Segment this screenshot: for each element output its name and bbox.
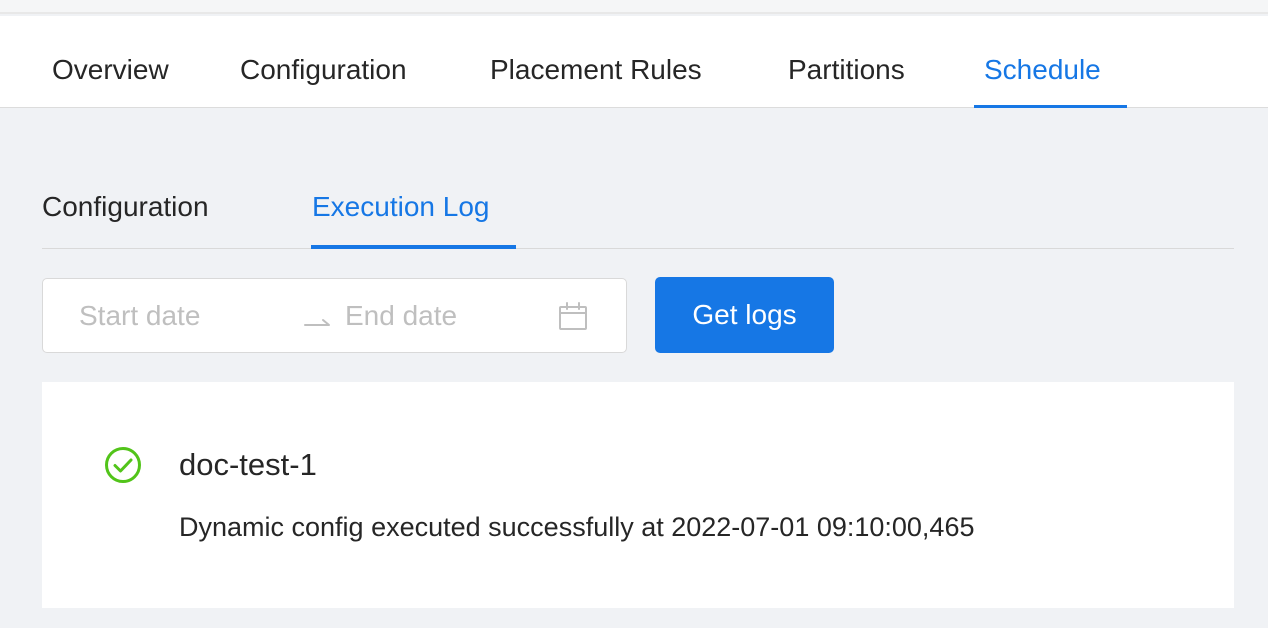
top-strip	[0, 0, 1268, 14]
tab-placement-rules[interactable]: Placement Rules	[490, 54, 702, 86]
subtab-configuration[interactable]: Configuration	[42, 191, 209, 223]
check-circle-icon	[105, 447, 141, 483]
log-entry-name: doc-test-1	[179, 447, 317, 482]
sub-tab-bar: Configuration Execution Log	[42, 109, 1234, 249]
main-tab-bar: Overview Configuration Placement Rules P…	[0, 16, 1268, 108]
arrow-right-icon	[304, 319, 330, 326]
start-date-input[interactable]	[79, 297, 289, 335]
calendar-icon[interactable]	[557, 301, 589, 333]
active-subtab-indicator	[311, 245, 516, 249]
end-date-input[interactable]	[345, 297, 545, 335]
date-range-picker[interactable]	[42, 278, 627, 353]
tab-partitions[interactable]: Partitions	[788, 54, 905, 86]
tab-schedule[interactable]: Schedule	[984, 54, 1101, 86]
log-entry-card: doc-test-1 Dynamic config executed succe…	[42, 382, 1234, 608]
log-entry-message: Dynamic config executed successfully at …	[179, 512, 975, 542]
tab-configuration[interactable]: Configuration	[240, 54, 407, 86]
tab-overview[interactable]: Overview	[52, 54, 169, 86]
subtab-execution-log[interactable]: Execution Log	[312, 191, 489, 223]
schedule-content: Configuration Execution Log Get logs doc…	[0, 109, 1268, 628]
get-logs-button[interactable]: Get logs	[655, 277, 834, 353]
active-tab-indicator	[974, 105, 1127, 108]
